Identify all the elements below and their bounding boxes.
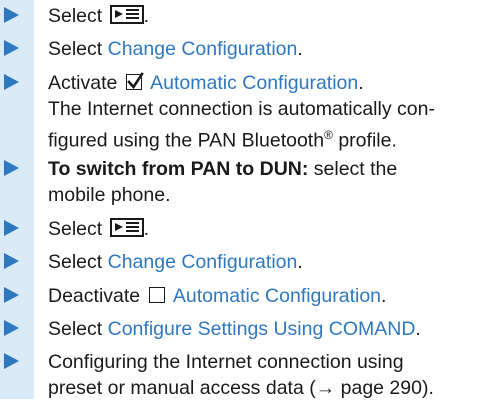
step-text: Activate [48,72,118,94]
menu-icon[interactable] [109,218,144,237]
change-configuration-link[interactable]: Change Configuration [108,251,298,273]
menu-icon[interactable] [109,5,144,24]
step-arrow-icon [4,253,19,269]
step-text: Select [48,251,108,273]
step-text: Select [48,318,108,340]
change-configuration-link[interactable]: Change Configuration [108,38,298,60]
automatic-configuration-link[interactable]: Automatic Configuration [173,285,381,307]
step-text: Configuring the Internet connection usin… [48,351,404,373]
step-arrow-icon [4,160,19,176]
configure-settings-link[interactable]: Configure Settings Using COMAND [108,318,416,340]
step-text: Deactivate [48,285,141,307]
step-note: The Internet connection is automatically… [48,98,435,120]
step-arrow-icon [4,40,19,56]
step-heading: To switch from PAN to DUN: [48,158,309,180]
step-arrow-icon [4,353,19,369]
margin-band [0,0,34,399]
step-arrow-icon [4,74,19,90]
checkbox-unchecked-icon[interactable] [148,287,165,303]
step-arrow-icon [4,7,19,23]
page-reference: preset or manual access data (→ page 290… [48,377,434,399]
checkbox-checked-icon[interactable] [125,72,144,90]
step-text: Select [48,38,108,60]
step-text: Select [48,218,103,240]
step-text: Select [48,5,103,27]
step-arrow-icon [4,320,19,336]
registered-mark: ® [324,128,333,142]
step-arrow-icon [4,287,19,303]
automatic-configuration-link[interactable]: Automatic Configuration [150,72,358,94]
step-arrow-icon [4,220,19,236]
